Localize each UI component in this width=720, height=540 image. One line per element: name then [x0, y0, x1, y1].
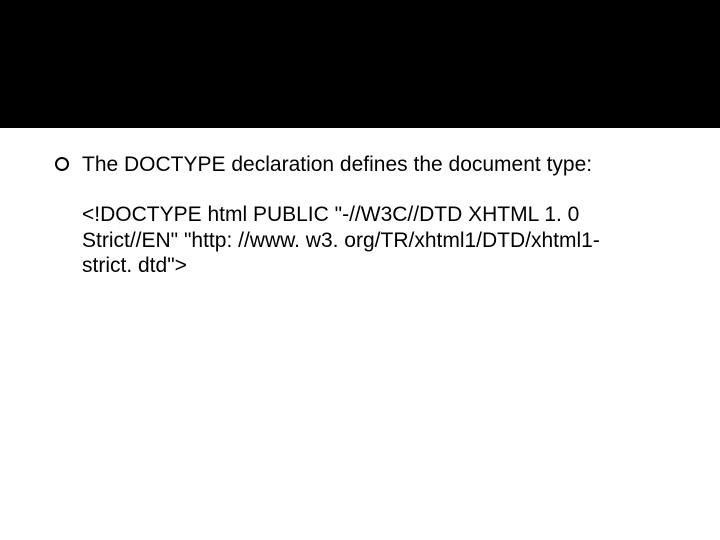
code-line-2: Strict//EN" "http: //www. w3. org/TR/xht…	[82, 228, 642, 254]
code-line-3: strict. dtd">	[82, 253, 642, 279]
bullet-item: The DOCTYPE declaration defines the docu…	[55, 152, 665, 178]
circle-bullet-icon	[55, 157, 69, 171]
doctype-code-block: <!DOCTYPE html PUBLIC "-//W3C//DTD XHTML…	[82, 202, 642, 279]
bullet-text: The DOCTYPE declaration defines the docu…	[82, 152, 592, 178]
slide-content: The DOCTYPE declaration defines the docu…	[55, 152, 665, 279]
title-bar	[0, 0, 720, 128]
code-line-1: <!DOCTYPE html PUBLIC "-//W3C//DTD XHTML…	[82, 202, 642, 228]
slide: The DOCTYPE declaration defines the docu…	[0, 0, 720, 540]
